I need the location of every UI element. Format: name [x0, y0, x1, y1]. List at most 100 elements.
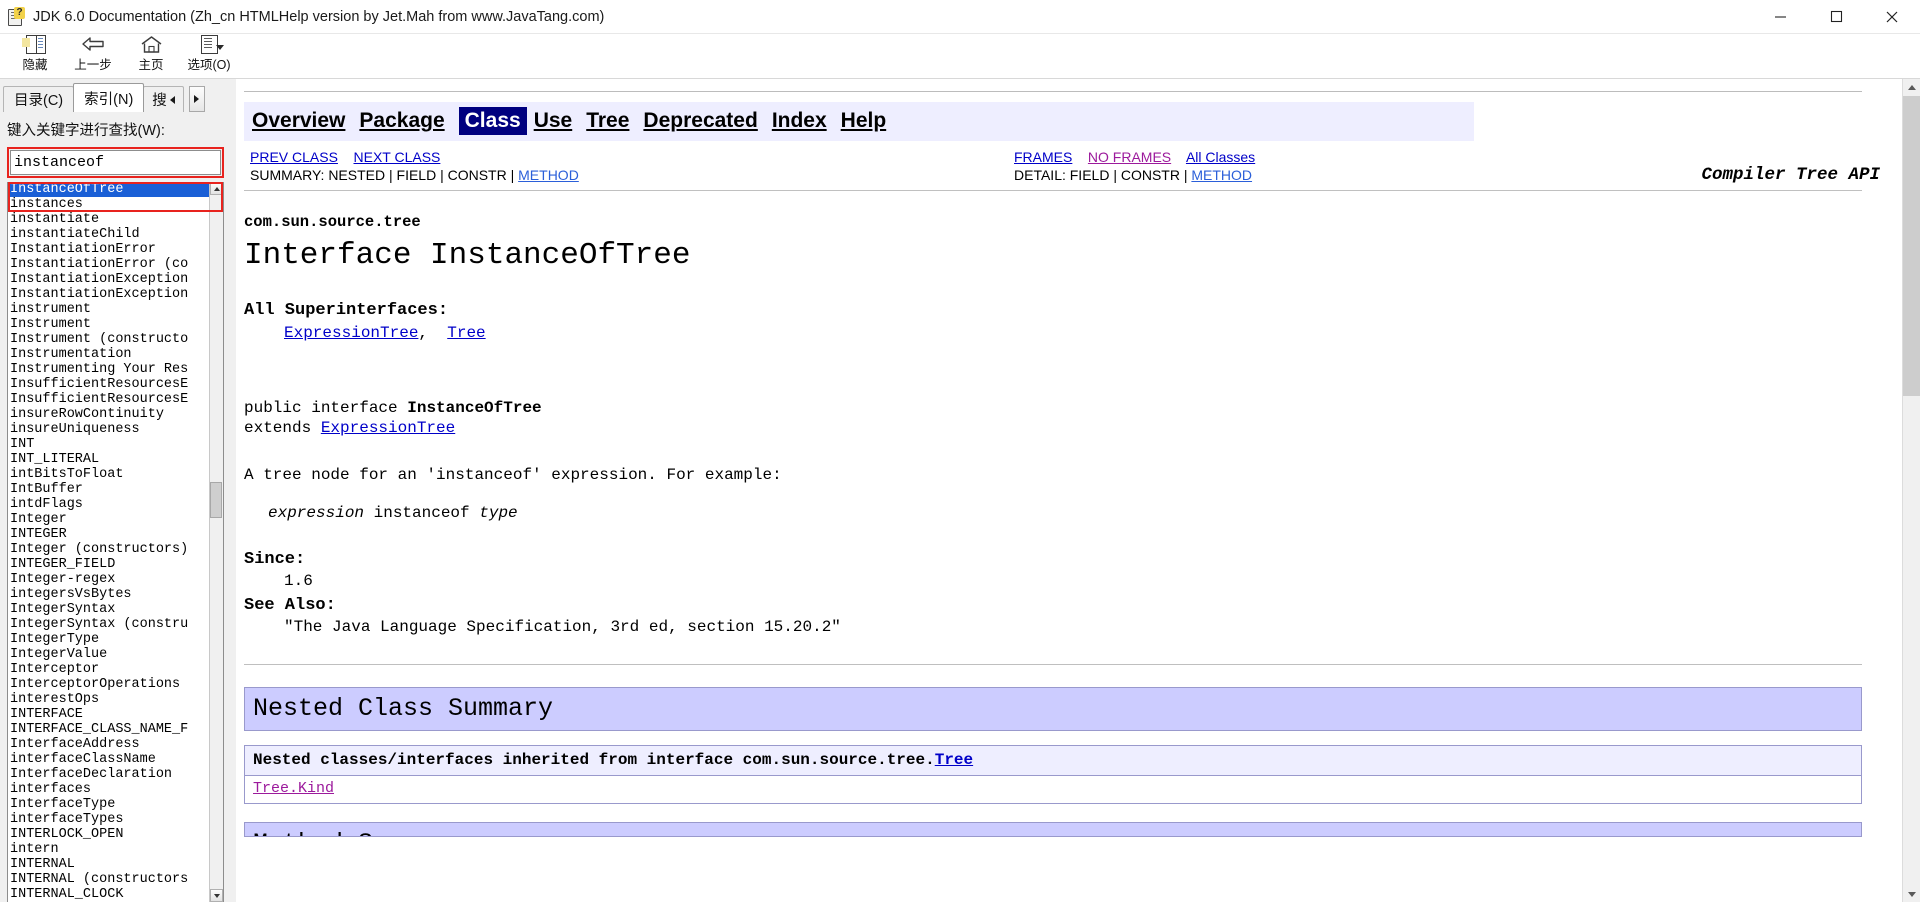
- index-list-item[interactable]: insureUniqueness: [8, 422, 209, 437]
- navbar-item-package[interactable]: Package: [359, 108, 451, 134]
- index-list-item[interactable]: Instrumenting Your Res: [8, 362, 209, 377]
- index-list-item[interactable]: Integer-regex: [8, 572, 209, 587]
- index-list-item[interactable]: intdFlags: [8, 497, 209, 512]
- options-button[interactable]: 选项(O): [180, 34, 238, 78]
- index-list-item[interactable]: Instrument: [8, 317, 209, 332]
- index-list-item[interactable]: Integer (constructors): [8, 542, 209, 557]
- sidebar-inner: 键入关键字进行查找(W): InstanceOfTreeinstancesins…: [0, 112, 230, 902]
- index-list-item[interactable]: InsufficientResourcesE: [8, 392, 209, 407]
- index-list-item[interactable]: InterfaceDeclaration: [8, 767, 209, 782]
- index-list[interactable]: InstanceOfTree instances instantiate instan…: [8, 182, 209, 902]
- index-list-item[interactable]: InstantiationError: [8, 242, 209, 257]
- back-button[interactable]: 上一步: [64, 34, 122, 78]
- index-list-item[interactable]: INTERNAL_CLOCK: [8, 887, 209, 902]
- index-list-item[interactable]: instantiateChild: [8, 227, 209, 242]
- class-description: A tree node for an 'instanceof' expressi…: [244, 466, 782, 484]
- index-list-scrollbar[interactable]: [209, 182, 223, 902]
- frames-link[interactable]: FRAMES: [1014, 149, 1072, 165]
- index-list-item[interactable]: INTEGER: [8, 527, 209, 542]
- chevron-down-icon: [216, 45, 224, 50]
- summary-method-link[interactable]: METHOD: [518, 167, 579, 183]
- index-list-item[interactable]: Instrumentation: [8, 347, 209, 362]
- index-list-item[interactable]: IntegerSyntax: [8, 602, 209, 617]
- doc-scroll-down-button[interactable]: [1903, 886, 1920, 902]
- tab-search[interactable]: 搜: [143, 86, 184, 112]
- index-list-item[interactable]: InterfaceType: [8, 797, 209, 812]
- no-frames-link[interactable]: NO FRAMES: [1088, 149, 1171, 165]
- index-list-item[interactable]: InstantiationError (co: [8, 257, 209, 272]
- tab-contents[interactable]: 目录(C): [3, 86, 75, 112]
- index-list-item[interactable]: IntegerValue: [8, 647, 209, 662]
- index-list-item[interactable]: instrument: [8, 302, 209, 317]
- prev-class-link[interactable]: PREV CLASS: [250, 149, 338, 165]
- minimize-button[interactable]: [1752, 0, 1808, 33]
- index-list-item[interactable]: instances: [8, 197, 209, 212]
- tree-kind-link[interactable]: Tree.Kind: [253, 780, 334, 797]
- navbar-item-index[interactable]: Index: [772, 108, 834, 134]
- index-list-item[interactable]: IntBuffer: [8, 482, 209, 497]
- index-list-item[interactable]: Interceptor: [8, 662, 209, 677]
- navbar-item-deprecated[interactable]: Deprecated: [643, 108, 764, 134]
- tab-index[interactable]: 索引(N): [73, 83, 145, 112]
- index-list-item[interactable]: INT: [8, 437, 209, 452]
- index-list-item[interactable]: InstantiationException: [8, 287, 209, 302]
- maximize-button[interactable]: [1808, 0, 1864, 33]
- document-scroll-region: Compiler Tree API Overview Package Class Us…: [236, 79, 1902, 902]
- scroll-up-button[interactable]: [210, 182, 223, 195]
- navbar-item-overview[interactable]: Overview: [252, 108, 352, 134]
- index-list-item[interactable]: interfaces: [8, 782, 209, 797]
- keyword-search-input[interactable]: [10, 150, 221, 175]
- navbar-item-class[interactable]: Class: [458, 107, 527, 135]
- inherited-tree-link[interactable]: Tree: [935, 751, 973, 769]
- doc-scroll-thumb[interactable]: [1903, 96, 1920, 396]
- index-list-item[interactable]: interestOps: [8, 692, 209, 707]
- index-list-item[interactable]: IntegerSyntax (constru: [8, 617, 209, 632]
- index-list-item[interactable]: INT_LITERAL: [8, 452, 209, 467]
- doc-scroll-up-button[interactable]: [1903, 79, 1920, 96]
- superinterface-link-expressiontree[interactable]: ExpressionTree: [284, 324, 418, 342]
- scroll-down-button[interactable]: [210, 889, 223, 902]
- index-list-item[interactable]: intern: [8, 842, 209, 857]
- index-list-item[interactable]: InsufficientResourcesE: [8, 377, 209, 392]
- navbar-item-tree[interactable]: Tree: [586, 108, 636, 134]
- index-list-item[interactable]: Integer: [8, 512, 209, 527]
- index-list-item[interactable]: integersVsBytes: [8, 587, 209, 602]
- inherited-row: Tree.Kind: [244, 775, 1862, 804]
- method-summary-title: Method Summary: [253, 829, 463, 836]
- index-list-item[interactable]: InstanceOfTree: [8, 182, 209, 197]
- index-list-item[interactable]: INTERFACE: [8, 707, 209, 722]
- index-list-item[interactable]: INTERFACE_CLASS_NAME_F: [8, 722, 209, 737]
- navbar-item-help[interactable]: Help: [841, 108, 894, 134]
- extends-link[interactable]: ExpressionTree: [321, 419, 455, 437]
- next-class-link[interactable]: NEXT CLASS: [354, 149, 441, 165]
- index-list-item[interactable]: interfaceTypes: [8, 812, 209, 827]
- index-list-item[interactable]: INTERLOCK_OPEN: [8, 827, 209, 842]
- superinterface-link-tree[interactable]: Tree: [447, 324, 485, 342]
- index-list-item[interactable]: IntegerType: [8, 632, 209, 647]
- tab-scroll-right-button[interactable]: [188, 86, 205, 112]
- document-scrollbar[interactable]: [1902, 79, 1920, 902]
- index-list-item[interactable]: insureRowContinuity: [8, 407, 209, 422]
- index-list-item[interactable]: interfaceClassName: [8, 752, 209, 767]
- all-classes-link[interactable]: All Classes: [1186, 149, 1255, 165]
- index-list-item[interactable]: InterceptorOperations: [8, 677, 209, 692]
- help-document-icon: ?: [7, 6, 25, 26]
- scroll-thumb[interactable]: [210, 482, 222, 518]
- index-list-item[interactable]: instantiate: [8, 212, 209, 227]
- index-list-item[interactable]: InstantiationException: [8, 272, 209, 287]
- close-button[interactable]: [1864, 0, 1920, 33]
- navbar-item-use[interactable]: Use: [534, 108, 580, 134]
- index-list-item[interactable]: InterfaceAddress: [8, 737, 209, 752]
- index-list-item[interactable]: intBitsToFloat: [8, 467, 209, 482]
- detail-method-link[interactable]: METHOD: [1191, 167, 1252, 183]
- tab-scroll-left-icon[interactable]: [167, 87, 179, 112]
- index-list-item[interactable]: INTEGER_FIELD: [8, 557, 209, 572]
- search-highlight-box: [7, 147, 224, 178]
- index-list-item[interactable]: INTERNAL (constructors: [8, 872, 209, 887]
- hide-panel-button[interactable]: 隐藏: [6, 34, 64, 78]
- page-title: Interface InstanceOfTree: [244, 238, 691, 273]
- summary-label: SUMMARY: NESTED | FIELD | CONSTR |: [250, 167, 519, 183]
- index-list-item[interactable]: INTERNAL: [8, 857, 209, 872]
- index-list-item[interactable]: Instrument (constructo: [8, 332, 209, 347]
- home-button[interactable]: 主页: [122, 34, 180, 78]
